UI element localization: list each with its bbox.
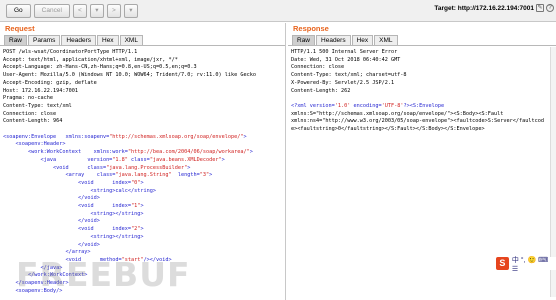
- request-tab-xml[interactable]: XML: [119, 35, 143, 45]
- forward-button[interactable]: >: [106, 3, 121, 18]
- ime-logo-icon[interactable]: S: [496, 257, 509, 270]
- go-button[interactable]: Go: [6, 3, 31, 18]
- request-line: Host: 172.16.22.194:7001: [3, 87, 78, 94]
- response-tab-headers[interactable]: Headers: [316, 35, 351, 45]
- back-menu-button[interactable]: ▾: [89, 3, 104, 18]
- request-line: </soapenv:Envelope>: [3, 296, 285, 297]
- response-tabs: Raw Headers Hex XML: [288, 34, 556, 46]
- edit-icon[interactable]: ✎: [536, 4, 544, 12]
- response-line: Connection: close: [291, 64, 345, 71]
- request-line: Content-Type: text/xml: [3, 102, 72, 109]
- request-line: User-Agent: Mozilla/5.0 (Windows NT 10.0…: [3, 72, 256, 79]
- back-button[interactable]: <: [72, 3, 87, 18]
- request-line: <soapenv:Header>: [3, 141, 66, 148]
- response-title: Response: [293, 24, 329, 33]
- request-tabs: Raw Params Headers Hex XML: [0, 34, 285, 46]
- response-line: xmlns:S="http://schemas.xmlsoap.org/soap…: [291, 110, 504, 117]
- request-tab-hex[interactable]: Hex: [97, 35, 119, 45]
- ime-status[interactable]: 中 °, 🙂 ⌨ ☰: [512, 255, 556, 273]
- request-line: [3, 126, 285, 134]
- cancel-button[interactable]: Cancel: [33, 3, 70, 18]
- target-label: Target: http://172.16.22.194:7001: [434, 5, 534, 12]
- request-tab-params[interactable]: Params: [28, 35, 61, 45]
- request-line: <array class="java.lang.String" length="…: [3, 172, 213, 179]
- watermark: FREEBUF: [16, 255, 191, 294]
- request-line: <void index="0">: [3, 179, 144, 186]
- response-tab-xml[interactable]: XML: [374, 35, 398, 45]
- request-tab-raw[interactable]: Raw: [4, 35, 28, 45]
- response-line: HTTP/1.1 500 Internal Server Error: [291, 49, 398, 55]
- request-line: <work:WorkContext xmlns:work="http://bea…: [3, 149, 253, 156]
- request-line: <void index="2">: [3, 226, 144, 233]
- ime-toolbar[interactable]: S 中 °, 🙂 ⌨ ☰: [496, 255, 556, 273]
- response-line: X-Powered-By: Servlet/2.5 JSP/2.1: [291, 79, 395, 86]
- request-line: Accept: text/html, application/xhtml+xml…: [3, 56, 178, 63]
- request-line: Content-Length: 964: [3, 118, 63, 125]
- request-line: Accept-Language: zh-Hans-CN,zh-Hans;q=0.…: [3, 64, 197, 71]
- response-line: <?xml version='1.0' encoding='UTF-8'?><S…: [291, 102, 445, 109]
- request-line: <void index="1">: [3, 203, 144, 210]
- request-line: Accept-Encoding: gzip, deflate: [3, 79, 97, 86]
- request-line: <string>calc</string>: [3, 187, 157, 194]
- response-line: Content-Length: 262: [291, 87, 351, 94]
- request-line: <soapenv:Envelope xmlns:soapenv="http://…: [3, 133, 247, 140]
- help-icon[interactable]: ?: [546, 4, 554, 12]
- request-line: <void class="java.lang.ProcessBuilder">: [3, 164, 191, 171]
- request-line: </void>: [3, 241, 100, 248]
- forward-menu-button[interactable]: ▾: [123, 3, 138, 18]
- request-line: Pragma: no-cache: [3, 95, 53, 102]
- request-line: </void>: [3, 218, 100, 225]
- response-line: xmlns:ns4="http://www.w3.org/2003/05/soa…: [291, 118, 544, 125]
- toolbar: Go Cancel < ▾ > ▾ Target: http://172.16.…: [0, 0, 556, 22]
- request-line: <java version="1.8" class="java.beans.XM…: [3, 156, 225, 163]
- request-line: Connection: close: [3, 110, 57, 117]
- request-line: POST /wls-wsat/CoordinatorPortType HTTP/…: [3, 49, 138, 55]
- request-line: </void>: [3, 195, 100, 202]
- response-line: Content-Type: text/xml; charset=utf-8: [291, 72, 407, 79]
- response-tab-hex[interactable]: Hex: [351, 35, 374, 45]
- response-line: [291, 95, 556, 103]
- request-line: <string></string>: [3, 233, 144, 240]
- response-tab-raw[interactable]: Raw: [292, 35, 316, 45]
- response-line: e><faultstring>0</faultstring></S:Fault>…: [291, 126, 485, 133]
- response-line: Date: Wed, 31 Oct 2018 06:40:42 GMT: [291, 56, 401, 63]
- request-title: Request: [5, 24, 35, 33]
- request-line: <string></string>: [3, 210, 144, 217]
- request-tab-headers[interactable]: Headers: [61, 35, 96, 45]
